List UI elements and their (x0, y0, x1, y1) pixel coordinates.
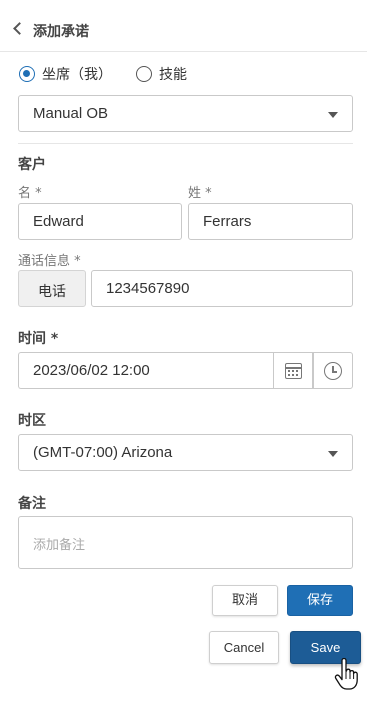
header: 添加承诺 (0, 0, 367, 52)
divider (18, 143, 353, 144)
hand-cursor-icon (334, 658, 358, 690)
timezone-select[interactable]: (GMT-07:00) Arizona (18, 434, 353, 471)
last-name-value: Ferrars (203, 213, 252, 230)
radio-agent-me-label[interactable]: 坐席（我） (42, 64, 112, 84)
first-name-label: 名 * (18, 186, 42, 201)
notes-label: 备注 (18, 496, 46, 512)
cancel-button[interactable]: Cancel (209, 631, 279, 664)
radio-agent-me[interactable] (19, 66, 35, 82)
phone-number-value: 1234567890 (106, 280, 190, 297)
cancel-button-zh[interactable]: 取消 (212, 585, 278, 616)
page-title: 添加承诺 (33, 24, 89, 40)
chevron-down-icon (328, 451, 338, 457)
timezone-label: 时区 (18, 413, 46, 429)
campaign-select-value: Manual OB (33, 105, 109, 122)
timezone-select-value: (GMT-07:00) Arizona (33, 444, 173, 461)
calendar-icon (285, 363, 302, 379)
radio-skill-label[interactable]: 技能 (159, 64, 187, 84)
clock-button[interactable] (313, 352, 353, 389)
chevron-left-icon[interactable] (13, 22, 26, 35)
clock-icon (324, 362, 342, 380)
contact-type-label: 电话 (38, 284, 66, 300)
time-label: 时间 * (18, 331, 59, 347)
customer-section-title: 客户 (18, 157, 46, 173)
last-name-field[interactable]: Ferrars (188, 203, 353, 240)
notes-textarea[interactable]: 添加备注 (18, 516, 353, 569)
calendar-button[interactable] (273, 352, 313, 389)
chevron-down-icon (328, 112, 338, 118)
first-name-value: Edward (33, 213, 84, 230)
save-button-zh[interactable]: 保存 (287, 585, 353, 616)
contact-info-label: 通话信息 * (18, 254, 81, 269)
assign-target-radio-group: 坐席（我） 技能 (19, 62, 211, 86)
radio-skill[interactable] (136, 66, 152, 82)
phone-number-field[interactable]: 1234567890 (91, 270, 353, 307)
first-name-field[interactable]: Edward (18, 203, 182, 240)
campaign-select[interactable]: Manual OB (18, 95, 353, 132)
notes-placeholder: 添加备注 (33, 538, 86, 553)
last-name-label: 姓 * (188, 186, 212, 201)
date-time-value: 2023/06/02 12:00 (33, 362, 150, 379)
contact-type-selector[interactable]: 电话 (18, 270, 86, 307)
date-time-field[interactable]: 2023/06/02 12:00 (18, 352, 274, 389)
